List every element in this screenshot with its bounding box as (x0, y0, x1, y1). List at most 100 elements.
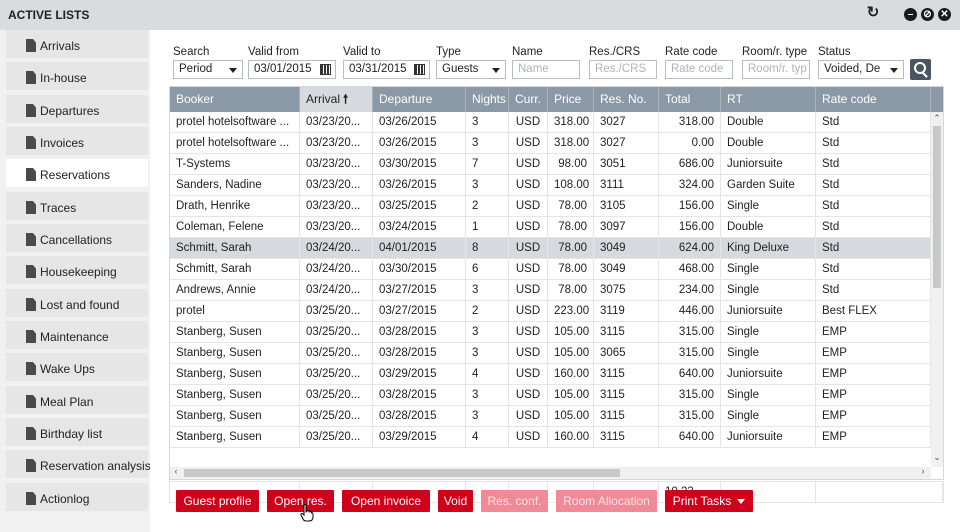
guest-profile-button[interactable]: Guest profile (176, 490, 259, 512)
sidebar-item-actionlog[interactable]: Actionlog (6, 483, 148, 511)
table-row[interactable]: Stanberg, Susen 03/25/20... 03/28/2015 3 USD… (170, 343, 931, 364)
table-cell: 105.00 (548, 385, 594, 406)
column-header-rate-code[interactable]: Rate code (816, 87, 931, 112)
table-row[interactable]: Stanberg, Susen 03/25/20... 03/28/2015 3 USD… (170, 385, 931, 406)
column-header-arrival[interactable]: Arrival 🠕 (300, 87, 373, 112)
table-row[interactable]: Stanberg, Susen 03/25/20... 03/29/2015 4 USD… (170, 364, 931, 385)
table-cell: 03/25/2015 (373, 196, 466, 217)
table-row[interactable]: Stanberg, Susen 03/25/20... 03/29/2015 4 USD… (170, 427, 931, 448)
table-row[interactable]: Andrews, Annie 03/24/20... 03/27/2015 3 USD 7… (170, 280, 931, 301)
sidebar-item-reservations[interactable]: Reservations (6, 159, 148, 187)
table-cell: 3097 (594, 217, 659, 238)
table-cell: 03/28/2015 (373, 406, 466, 427)
res-crs-input[interactable]: Res./CRS (589, 60, 657, 79)
table-row[interactable]: Stanberg, Susen 03/25/20... 03/28/2015 3 USD… (170, 406, 931, 427)
sidebar-item-invoices[interactable]: Invoices (6, 127, 148, 155)
column-header-price[interactable]: Price (548, 87, 594, 112)
restore-icon[interactable]: ⊘ (921, 8, 934, 21)
res-conf-button[interactable]: Res. conf. (481, 490, 548, 512)
sidebar-item-housekeeping[interactable]: Housekeeping (6, 256, 148, 284)
column-header-rt[interactable]: RT (721, 87, 816, 112)
sidebar-item-lost-and-found[interactable]: Lost and found (6, 289, 148, 317)
status-select[interactable]: Voided, De (818, 60, 904, 79)
horizontal-scroll-thumb[interactable] (184, 469, 620, 477)
room-allocation-button-label: Room Allocation (563, 494, 650, 508)
scroll-down-icon[interactable]: ⌄ (931, 452, 943, 463)
horizontal-scrollbar[interactable]: ‹ › (170, 466, 931, 479)
main-panel: Search Valid from Valid to Type Name Res… (150, 30, 960, 532)
rate-code-input[interactable]: Rate code (665, 60, 733, 79)
sidebar-item-label: Traces (40, 201, 77, 215)
status-label: Status (818, 46, 851, 58)
table-cell: 318.00 (548, 133, 594, 154)
sidebar-item-in-house[interactable]: In-house (6, 62, 148, 90)
sidebar-item-cancellations[interactable]: Cancellations (6, 224, 148, 252)
table-row[interactable]: Stanberg, Susen 03/25/20... 03/28/2015 3 USD… (170, 322, 931, 343)
table-cell: protel hotelsoftware ... (170, 112, 300, 133)
sidebar: Arrivals In-house Departures Invoices Reserv… (0, 30, 151, 532)
column-header-booker[interactable]: Booker (170, 87, 300, 112)
table-cell: USD (509, 154, 548, 175)
column-header-total[interactable]: Total (659, 87, 721, 112)
calendar-icon[interactable] (320, 64, 331, 75)
void-button[interactable]: Void (438, 490, 473, 512)
chevron-down-icon (492, 68, 500, 73)
table-cell: Juniorsuite (721, 154, 816, 175)
calendar-icon[interactable] (414, 64, 425, 75)
column-header-nights[interactable]: Nights (466, 87, 509, 112)
table-row[interactable]: protel hotelsoftware ... 03/23/20... 03/26… (170, 133, 931, 154)
table-row[interactable]: Schmitt, Sarah 03/24/20... 03/30/2015 6 USD 7… (170, 259, 931, 280)
scroll-right-icon[interactable]: › (917, 466, 929, 476)
table-cell: 3 (466, 280, 509, 301)
type-select[interactable]: Guests (436, 60, 506, 79)
search-select[interactable]: Period (173, 60, 243, 79)
room-type-input[interactable]: Room/r. typ (742, 60, 810, 79)
table-cell: 160.00 (548, 364, 594, 385)
scroll-left-icon[interactable]: ‹ (170, 466, 182, 476)
sidebar-item-birthday-list[interactable]: Birthday list (6, 418, 148, 446)
sidebar-item-reservation-analysis[interactable]: Reservation analysis (6, 450, 151, 478)
table-row[interactable]: Drath, Henrike 03/23/20... 03/25/2015 2 USD 7… (170, 196, 931, 217)
search-button[interactable] (910, 59, 931, 80)
sidebar-item-traces[interactable]: Traces (6, 192, 148, 220)
table-cell: 03/24/20... (300, 259, 373, 280)
sidebar-item-departures[interactable]: Departures (6, 95, 148, 123)
document-icon (26, 362, 36, 375)
valid-to-field[interactable]: 03/31/2015 (343, 60, 430, 79)
name-input[interactable]: Name (512, 60, 580, 79)
sidebar-item-arrivals[interactable]: Arrivals (6, 30, 148, 58)
column-header-res-no[interactable]: Res. No. (594, 87, 659, 112)
table-cell: Andrews, Annie (170, 280, 300, 301)
sidebar-item-maintenance[interactable]: Maintenance (6, 321, 148, 349)
table-row[interactable]: T-Systems 03/23/20... 03/30/2015 7 USD 98.00 3… (170, 154, 931, 175)
room-allocation-button[interactable]: Room Allocation (556, 490, 657, 512)
column-header-departure[interactable]: Departure (373, 87, 466, 112)
scroll-up-icon[interactable]: ⌃ (931, 113, 943, 124)
guest-profile-button-label: Guest profile (183, 494, 252, 508)
refresh-icon[interactable]: ↻ (865, 5, 881, 21)
table-row[interactable]: Schmitt, Sarah 03/24/20... 04/01/2015 8 USD 7… (170, 238, 931, 259)
table-cell: 03/23/20... (300, 196, 373, 217)
table-cell: 3115 (594, 406, 659, 427)
table-row[interactable]: Sanders, Nadine 03/23/20... 03/26/2015 3 USD… (170, 175, 931, 196)
sidebar-item-wake-ups[interactable]: Wake Ups (6, 353, 148, 381)
column-header-label: Nights (472, 92, 507, 106)
table-row[interactable]: Coleman, Felene 03/23/20... 03/24/2015 1 USD… (170, 217, 931, 238)
table-row[interactable]: protel 03/25/20... 03/27/2015 2 USD 223.00 311… (170, 301, 931, 322)
table-cell: 3 (466, 406, 509, 427)
print-tasks-button[interactable]: Print Tasks (665, 490, 753, 512)
column-header-curr[interactable]: Curr. (509, 87, 548, 112)
table-cell: Double (721, 217, 816, 238)
sidebar-item-meal-plan[interactable]: Meal Plan (6, 386, 148, 414)
table-cell: 3 (466, 133, 509, 154)
close-icon[interactable]: ✕ (938, 8, 951, 21)
table-row[interactable]: protel hotelsoftware ... 03/23/20... 03/26… (170, 112, 931, 133)
table-cell: 686.00 (659, 154, 721, 175)
valid-from-field[interactable]: 03/01/2015 (248, 60, 336, 79)
table-cell: 03/30/2015 (373, 259, 466, 280)
minimize-icon[interactable]: – (904, 8, 917, 21)
open-invoice-button[interactable]: Open invoice (342, 490, 430, 512)
vertical-scrollbar[interactable]: ⌃ ⌄ (931, 112, 943, 467)
sidebar-item-label: Actionlog (40, 492, 90, 506)
vertical-scroll-thumb[interactable] (933, 126, 941, 288)
